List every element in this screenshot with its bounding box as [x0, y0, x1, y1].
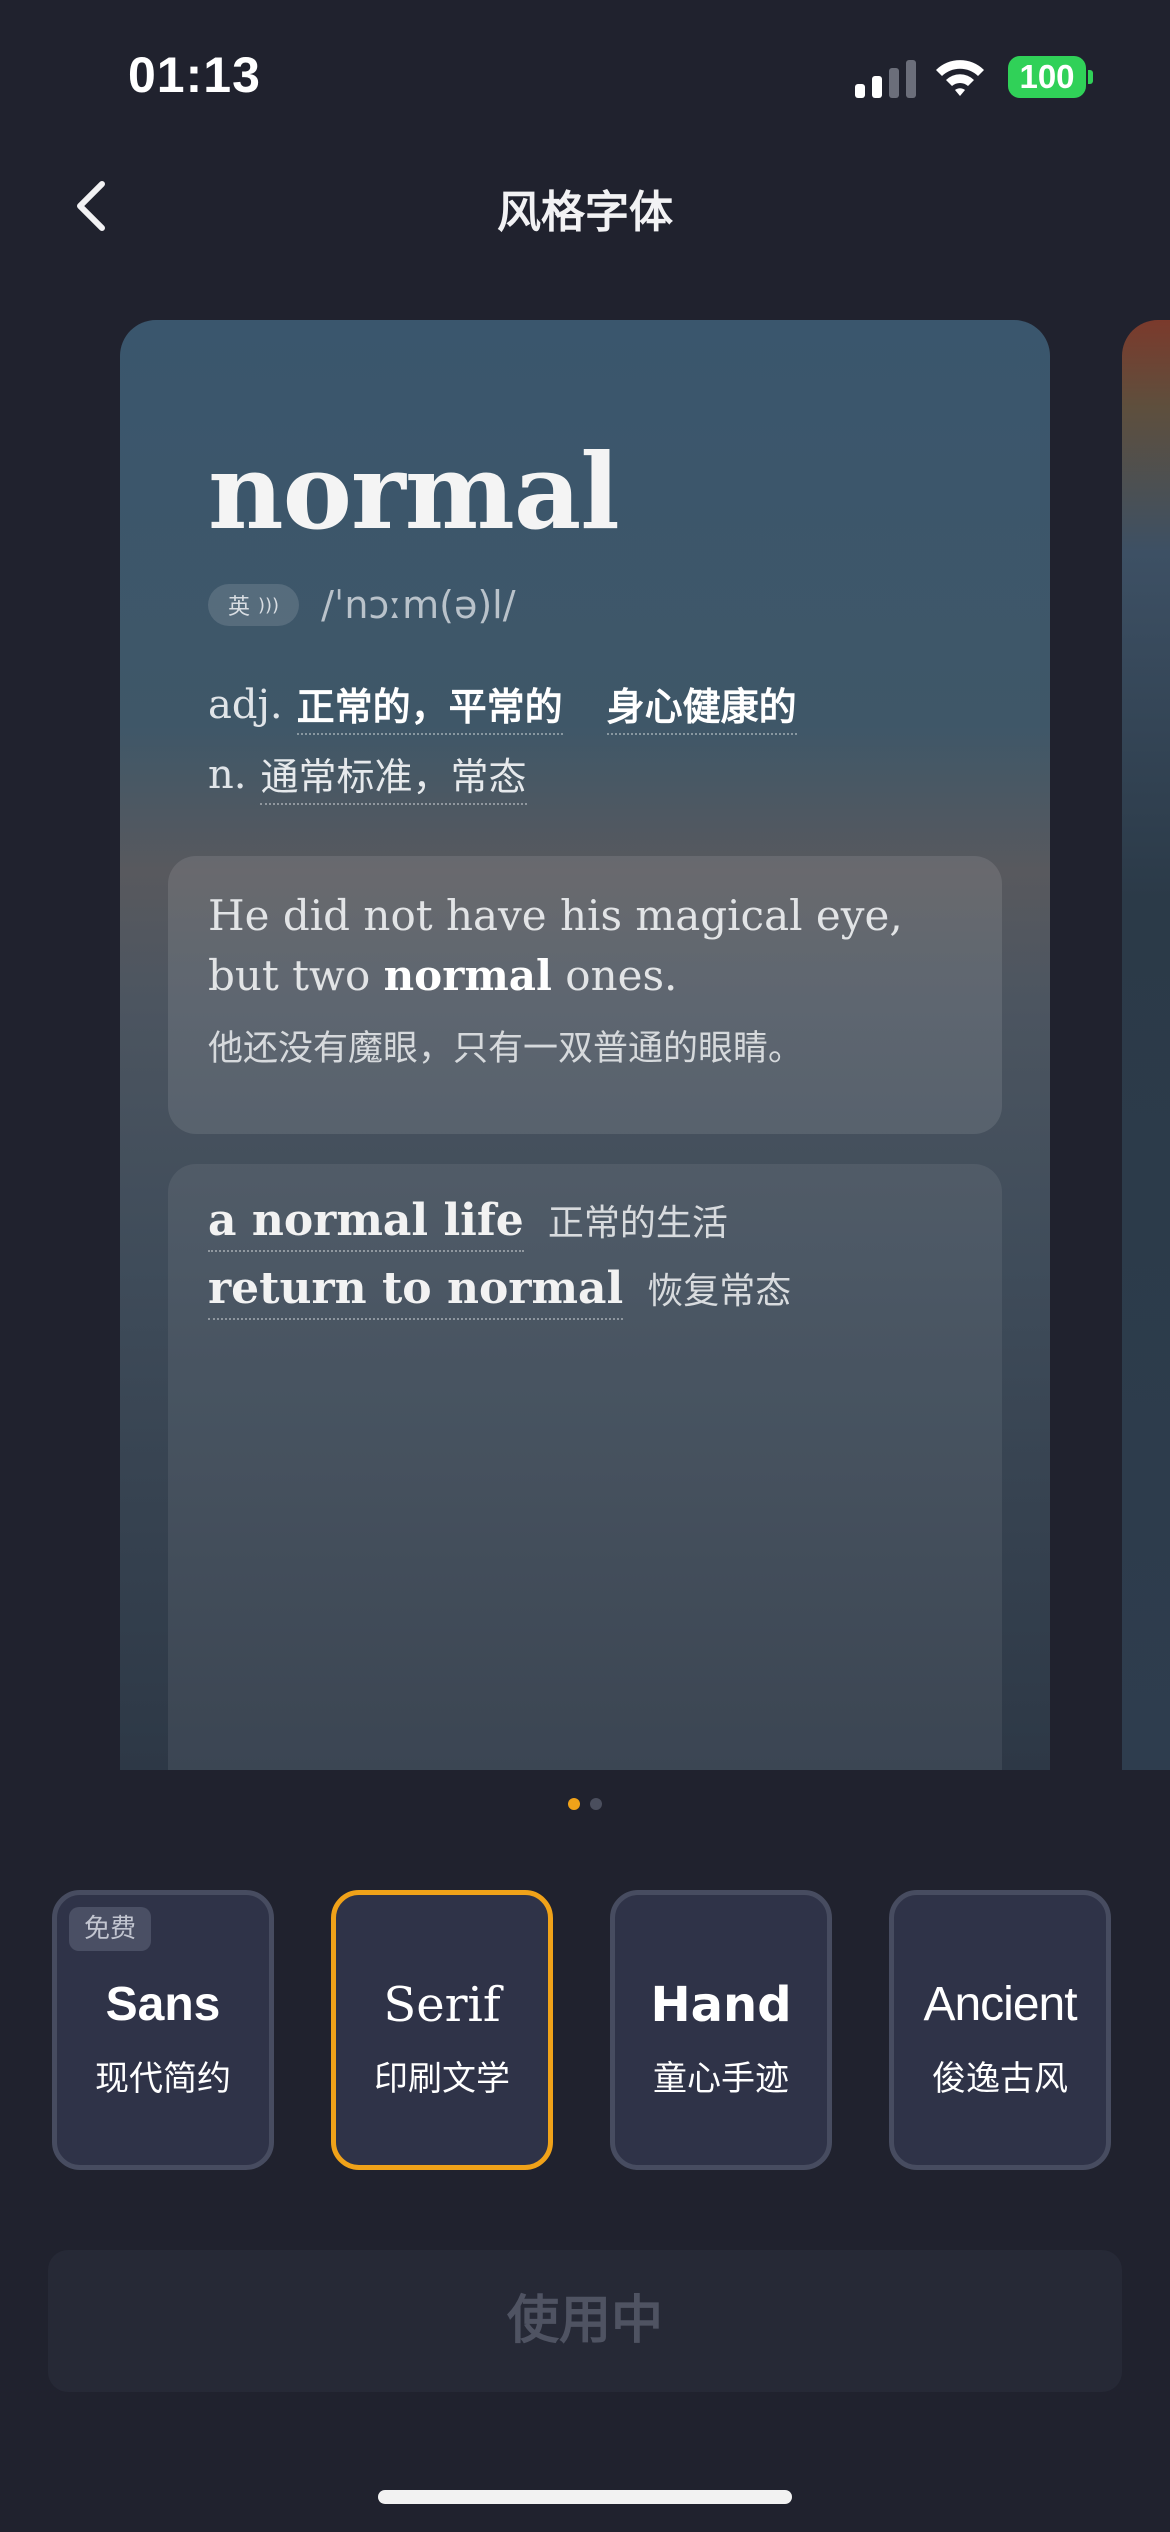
example-chinese: 他还没有魔眼，只有一双普通的眼睛。	[208, 1029, 804, 1069]
font-option-ancient[interactable]: Ancient 俊逸古风	[889, 1890, 1111, 2170]
in-use-button[interactable]: 使用中	[48, 2250, 1122, 2392]
font-option-subtitle: 童心手迹	[653, 2059, 789, 2099]
phrase-item[interactable]: return to normal 恢复常态	[208, 1262, 791, 1320]
example-english: He did not have his magical eye, but two…	[208, 891, 903, 1000]
lang-label: 英	[228, 595, 251, 620]
font-option-name: Ancient	[923, 1978, 1077, 2031]
pronunciation-button[interactable]: 英 )))	[208, 584, 300, 626]
word-preview-card[interactable]: normal 英 ))) /ˈnɔːm(ə)l/ adj. 正常的，平常的 身心…	[120, 320, 1050, 1770]
meaning[interactable]: 正常的，平常的	[296, 676, 563, 735]
font-option-hand[interactable]: Hand 童心手迹	[610, 1890, 832, 2170]
definition-adj: adj. 正常的，平常的 身心健康的	[208, 670, 797, 740]
status-bar: 01:13 100	[0, 0, 1170, 150]
page-title: 风格字体	[497, 187, 673, 238]
pager-dot-active	[568, 1798, 580, 1810]
definition-n: n. 通常标准，常态	[208, 740, 797, 810]
pager-dots	[568, 1798, 602, 1810]
phonetic-text: /ˈnɔːm(ə)l/	[321, 583, 516, 627]
next-preview-card[interactable]	[1122, 320, 1170, 1770]
wifi-icon	[936, 60, 984, 96]
battery-icon: 100	[1008, 56, 1086, 98]
phrases-box: a normal life 正常的生活 return to normal 恢复常…	[168, 1164, 1002, 1770]
cellular-signal-icon	[855, 60, 916, 98]
status-time: 01:13	[128, 47, 261, 103]
example-keyword: normal	[383, 951, 552, 1000]
headword: normal	[208, 430, 620, 553]
pronunciation-row: 英 ))) /ˈnɔːm(ə)l/	[208, 582, 516, 628]
phrase-chinese: 正常的生活	[547, 1203, 728, 1244]
font-option-name: Hand	[650, 1977, 792, 2033]
part-of-speech: adj.	[208, 682, 283, 728]
font-option-sans[interactable]: 免费 Sans 现代简约	[52, 1890, 274, 2170]
meaning[interactable]: 通常标准，常态	[260, 746, 527, 805]
font-option-serif[interactable]: Serif 印刷文学	[331, 1890, 553, 2170]
phrase-english: return to normal	[208, 1263, 624, 1320]
example-sentence-box: He did not have his magical eye, but two…	[168, 856, 1002, 1134]
phrase-item[interactable]: a normal life 正常的生活	[208, 1194, 728, 1252]
free-badge: 免费	[69, 1907, 151, 1951]
home-indicator	[378, 2490, 792, 2504]
speaker-icon: )))	[258, 594, 280, 616]
meaning[interactable]: 身心健康的	[606, 676, 797, 735]
phrase-chinese: 恢复常态	[647, 1271, 792, 1312]
part-of-speech: n.	[208, 752, 247, 798]
definitions: adj. 正常的，平常的 身心健康的 n. 通常标准，常态	[208, 670, 797, 810]
font-option-name: Serif	[383, 1977, 501, 2033]
font-option-subtitle: 俊逸古风	[932, 2059, 1068, 2099]
battery-tip	[1088, 70, 1093, 84]
font-option-subtitle: 印刷文学	[374, 2059, 510, 2099]
font-option-name: Sans	[105, 1978, 221, 2031]
font-option-subtitle: 现代简约	[95, 2059, 231, 2099]
phrase-english: a normal life	[208, 1195, 524, 1252]
pager-dot	[590, 1798, 602, 1810]
